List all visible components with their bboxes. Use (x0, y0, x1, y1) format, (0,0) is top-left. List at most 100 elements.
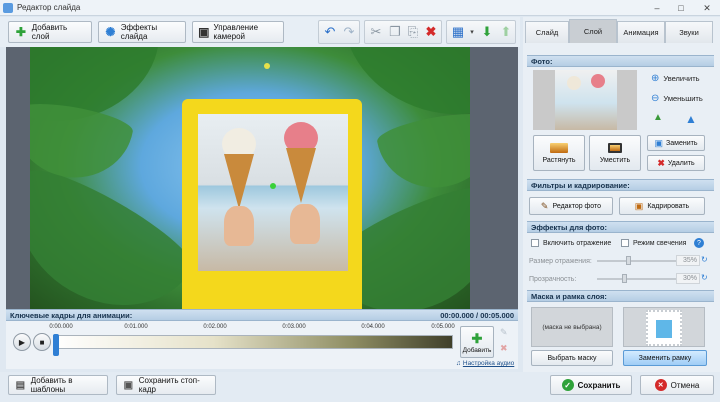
timeline: 0:00.000 0:01.000 0:02.000 0:03.000 0:04… (6, 321, 518, 369)
thumbnail-image (555, 70, 617, 130)
center-handle[interactable] (270, 183, 276, 189)
stop-icon: ■ (39, 337, 45, 347)
slider-track[interactable] (597, 260, 679, 262)
playhead[interactable] (53, 334, 59, 356)
landscape-small-icon[interactable]: ▲ (653, 112, 663, 123)
zoom-in-icon: ⊕ (651, 73, 660, 84)
delete-icon[interactable]: ✖ (421, 21, 441, 43)
redo-icon[interactable]: ↷ (339, 21, 359, 43)
help-icon[interactable]: ? (694, 238, 704, 248)
tab-sounds[interactable]: Звуки (665, 21, 713, 43)
camera-control-button[interactable]: ▣ Управление камерой (192, 21, 284, 43)
replace-label: Заменить (666, 139, 698, 147)
refresh-icon[interactable]: ↻ (701, 273, 708, 282)
ice-cream-photo (198, 114, 348, 271)
close-icon[interactable]: ✕ (694, 0, 720, 16)
timeline-ruler: 0:00.000 0:01.000 0:02.000 0:03.000 0:04… (49, 324, 454, 332)
minimize-icon[interactable]: – (644, 0, 670, 16)
save-button[interactable]: ✓ Сохранить (550, 375, 632, 395)
undo-icon[interactable]: ↶ (320, 21, 340, 43)
add-to-templates-label: Добавить в шаблоны (30, 376, 73, 394)
stop-button[interactable]: ■ (33, 333, 51, 351)
zoom-out-button[interactable]: ⊖ Уменьшить (651, 93, 703, 104)
add-to-templates-button[interactable]: ▤ Добавить в шаблоны (8, 375, 108, 395)
frame-thumbnail-photo (656, 320, 672, 338)
slider-knob[interactable] (625, 256, 631, 265)
tab-layer[interactable]: Слой (569, 19, 617, 43)
bottom-bar: ▤ Добавить в шаблоны ▣ Сохранить стоп-ка… (0, 372, 720, 402)
window-title: Редактор слайда (17, 3, 81, 12)
tick-label: 0:02.000 (203, 324, 227, 330)
delete-photo-button[interactable]: ✖ Удалить (647, 155, 705, 171)
add-keyframe-label: Добавить (462, 346, 492, 354)
replace-icon: ▣ (654, 137, 664, 148)
cone-right (286, 148, 316, 203)
brush-icon: ✎ (540, 200, 549, 211)
hand-left (224, 206, 254, 246)
slider-knob[interactable] (621, 274, 627, 283)
fit-icon (608, 142, 622, 153)
cancel-label: Отмена (670, 380, 700, 390)
replace-frame-button[interactable]: Заменить рамку (623, 350, 707, 366)
add-keyframe-button[interactable]: ✚ Добавить (460, 326, 494, 358)
copy-icon[interactable]: ❐ (385, 21, 405, 43)
mask-section-title: Маска и рамка слоя: (531, 291, 607, 301)
keyframe-track[interactable] (53, 335, 453, 349)
delete-icon: ✖ (657, 157, 665, 168)
frame-thumbnail (646, 310, 682, 346)
photo-editor-button[interactable]: ✎ Редактор фото (529, 197, 613, 215)
tab-slide[interactable]: Слайд (525, 21, 569, 43)
glow-label: Режим свечения (633, 239, 687, 247)
maximize-icon[interactable]: □ (668, 0, 694, 16)
paste-icon[interactable]: ⎘ (403, 21, 423, 43)
tab-animation[interactable]: Анимация (617, 21, 665, 43)
replace-frame-label: Заменить рамку (638, 354, 692, 362)
photo-layer[interactable] (182, 99, 362, 309)
camera-icon: ▣ (198, 25, 210, 39)
slide-effects-button[interactable]: ✺ Эффекты слайда (98, 21, 186, 43)
audio-settings-link[interactable]: ♫ Настройка аудио (456, 360, 514, 367)
stretch-button[interactable]: Растянуть (533, 135, 585, 171)
audio-settings-label: Настройка аудио (462, 360, 515, 367)
zoom-in-button[interactable]: ⊕ Увеличить (651, 73, 700, 84)
play-button[interactable]: ▶ (13, 333, 31, 351)
edit-keyframe-icon[interactable]: ✎ (500, 327, 508, 338)
choose-mask-label: Выбрать маску (547, 354, 597, 362)
tick-label: 0:00.000 (49, 324, 73, 330)
glow-checkbox-box[interactable] (621, 239, 629, 247)
panel-tabs: Слайд Слой Анимация Звуки (523, 19, 720, 43)
glow-checkbox[interactable]: Режим свечения (621, 239, 686, 247)
save-frame-button[interactable]: ▣ Сохранить стоп-кадр (116, 375, 216, 395)
slider-track[interactable] (597, 278, 679, 280)
cancel-button[interactable]: ✕ Отмена (640, 375, 714, 395)
cut-icon[interactable]: ✂ (366, 21, 386, 43)
reflection-checkbox[interactable]: Включить отражение (531, 239, 611, 247)
photo-section-header: Фото: (527, 55, 714, 67)
reflection-label: Включить отражение (543, 239, 612, 247)
slide-effects-label: Эффекты слайда (120, 23, 158, 41)
photo-thumbnail (533, 70, 637, 130)
palm-frond (30, 156, 203, 309)
landscape-large-icon[interactable]: ▲ (685, 112, 697, 126)
choose-mask-button[interactable]: Выбрать маску (531, 350, 613, 366)
stretch-label: Растянуть (542, 156, 576, 164)
crop-button[interactable]: ▣ Кадрировать (619, 197, 705, 215)
zoom-in-label: Увеличить (663, 74, 700, 83)
slide-preview (6, 47, 518, 309)
move-up-icon[interactable]: ⬆ (496, 21, 516, 43)
save-label: Сохранить (577, 380, 621, 390)
refresh-icon[interactable]: ↻ (701, 255, 708, 264)
photo-section-title: Фото: (531, 56, 553, 66)
camera-control-label: Управление камерой (213, 23, 259, 41)
remove-keyframe-icon[interactable]: ✖ (500, 343, 508, 354)
tick-label: 0:04.000 (361, 324, 385, 330)
add-layer-button[interactable]: ✚ Добавить слой (8, 21, 92, 43)
replace-photo-button[interactable]: ▣ Заменить (647, 135, 705, 151)
move-down-icon[interactable]: ⬇ (477, 21, 497, 43)
fit-button[interactable]: Уместить (589, 135, 641, 171)
reflection-checkbox-box[interactable] (531, 239, 539, 247)
transparency-label: Прозрачность: (529, 275, 577, 283)
slide-canvas[interactable] (30, 47, 470, 309)
rotate-handle[interactable] (264, 63, 270, 69)
thumb-scoop-vanilla (567, 76, 581, 90)
